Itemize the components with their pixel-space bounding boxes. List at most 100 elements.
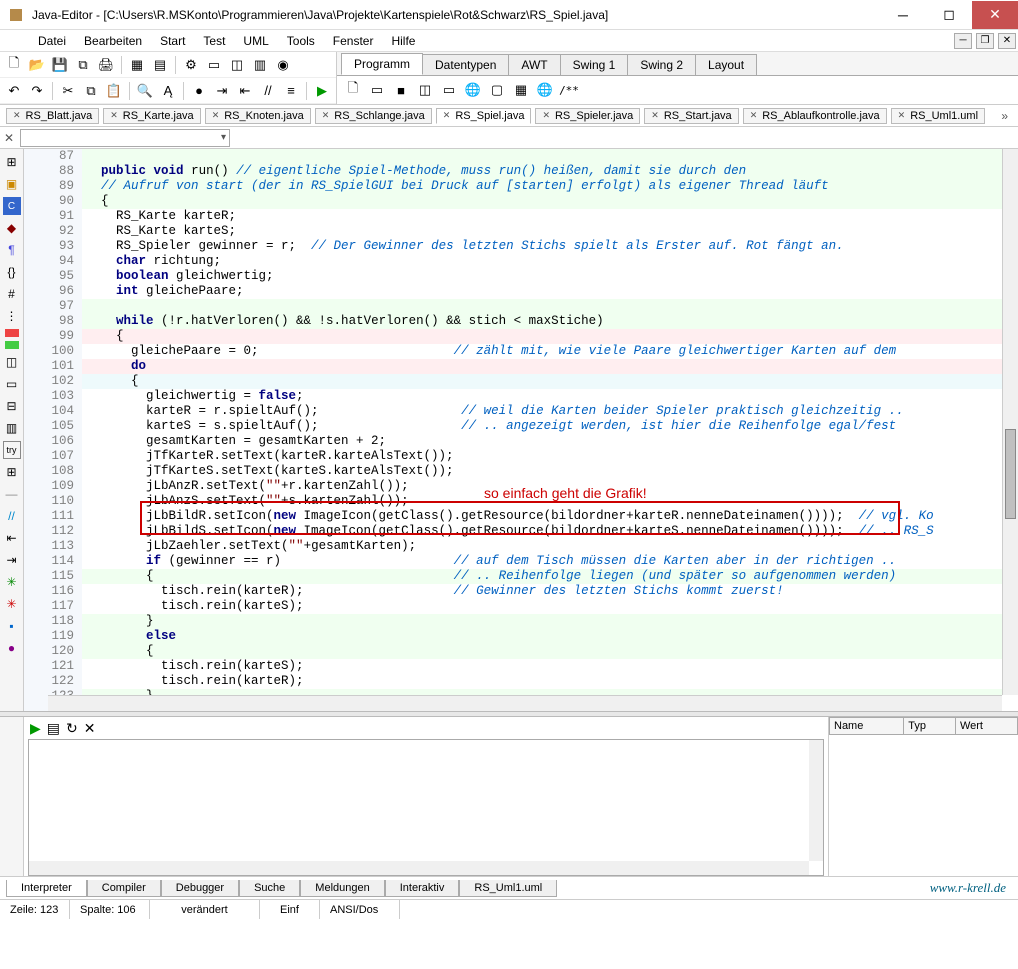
menu-test[interactable]: Test	[195, 32, 233, 50]
run-icon[interactable]: ▶	[312, 81, 332, 101]
list-icon[interactable]: ⋮	[3, 307, 21, 325]
comp-box-icon[interactable]: ▢	[487, 80, 507, 100]
btab-meldungen[interactable]: Meldungen	[300, 880, 384, 897]
maximize-button[interactable]: ◻	[926, 1, 972, 29]
try-icon[interactable]: try	[3, 441, 21, 459]
uncomment-icon[interactable]: ≡	[281, 81, 301, 101]
menu-hilfe[interactable]: Hilfe	[383, 32, 423, 50]
btab-interpreter[interactable]: Interpreter	[6, 880, 87, 897]
filetab-7[interactable]: ✕RS_Ablaufkontrolle.java	[743, 108, 887, 124]
const-icon[interactable]: C	[3, 197, 21, 215]
editor-scroll-vertical[interactable]	[1002, 149, 1018, 695]
findreplace-icon[interactable]: Ą	[158, 81, 178, 101]
bookmark-icon[interactable]: ◆	[3, 219, 21, 237]
outdent-icon[interactable]: ⇤	[235, 81, 255, 101]
save-icon[interactable]: 💾	[50, 55, 70, 75]
open-icon[interactable]: 📂	[27, 55, 47, 75]
code-line[interactable]: 96 int gleichePaare;	[24, 284, 1002, 299]
debug-run-icon[interactable]: ▶	[30, 720, 41, 737]
struct-icon[interactable]: ▤	[150, 55, 170, 75]
filetab-8[interactable]: ✕RS_Uml1.uml	[891, 108, 985, 124]
hash-icon[interactable]: #	[3, 285, 21, 303]
btab-interaktiv[interactable]: Interaktiv	[385, 880, 460, 897]
tab-layout[interactable]: Layout	[695, 54, 757, 75]
code-line[interactable]: 101 do	[24, 359, 1002, 374]
form-icon[interactable]: ▭	[204, 55, 224, 75]
hlred-icon[interactable]	[5, 329, 19, 337]
tab-overflow-icon[interactable]: »	[997, 109, 1012, 123]
code-line[interactable]: 111 jLbBildR.setIcon(new ImageIcon(getCl…	[24, 509, 1002, 524]
comp-doccomment-icon[interactable]: /**	[559, 80, 579, 100]
aa-icon[interactable]: ⊞	[3, 463, 21, 481]
structure-icon[interactable]: ⊞	[3, 153, 21, 171]
tab-swing2[interactable]: Swing 2	[627, 54, 696, 75]
class-icon[interactable]: ▦	[127, 55, 147, 75]
comp-panel-icon[interactable]: ■	[391, 80, 411, 100]
comp-form-icon[interactable]: ▭	[367, 80, 387, 100]
code-line[interactable]: 118 }	[24, 614, 1002, 629]
paste-icon[interactable]: 📋	[104, 81, 124, 101]
filetab-6[interactable]: ✕RS_Start.java	[644, 108, 738, 124]
seq-icon[interactable]: ▥	[250, 55, 270, 75]
dash-icon[interactable]: —	[3, 485, 21, 503]
print-icon[interactable]: 🖨	[96, 55, 116, 75]
comp-world1-icon[interactable]: 🌐	[463, 80, 483, 100]
col-typ[interactable]: Typ	[904, 718, 956, 735]
btab-suche[interactable]: Suche	[239, 880, 300, 897]
code-line[interactable]: 116 tisch.rein(karteR); // Gewinner des …	[24, 584, 1002, 599]
col-wert[interactable]: Wert	[955, 718, 1017, 735]
debug-into-icon[interactable]: ↻	[66, 720, 78, 737]
menu-uml[interactable]: UML	[235, 32, 276, 50]
tab-programm[interactable]: Programm	[341, 53, 423, 75]
code-line[interactable]: 114 if (gewinner == r) // auf dem Tisch …	[24, 554, 1002, 569]
code-line[interactable]: 90 {	[24, 194, 1002, 209]
code-line[interactable]: 100 gleichePaare = 0; // zählt mit, wie …	[24, 344, 1002, 359]
close-button[interactable]: ✕	[972, 1, 1018, 29]
copy-icon[interactable]: ⧉	[81, 81, 101, 101]
ball-icon[interactable]: ●	[3, 639, 21, 657]
btab-uml[interactable]: RS_Uml1.uml	[459, 880, 557, 897]
paragraph-icon[interactable]: ¶	[3, 241, 21, 259]
brace-icon[interactable]: {}	[3, 263, 21, 281]
mdi-restore[interactable]: ❐	[976, 33, 994, 49]
filetab-2[interactable]: ✕RS_Knoten.java	[205, 108, 311, 124]
code-line[interactable]: 119 else	[24, 629, 1002, 644]
bp-icon[interactable]: ●	[189, 81, 209, 101]
code-line[interactable]: 120 {	[24, 644, 1002, 659]
find-icon[interactable]: 🔍	[135, 81, 155, 101]
mdi-minimize[interactable]: ─	[954, 33, 972, 49]
new-icon[interactable]: 🗋	[4, 55, 24, 75]
menu-fenster[interactable]: Fenster	[325, 32, 382, 50]
code-line[interactable]: 107 jTfKarteR.setText(karteR.karteAlsTex…	[24, 449, 1002, 464]
filetab-3[interactable]: ✕RS_Schlange.java	[315, 108, 432, 124]
menu-datei[interactable]: Datei	[30, 32, 74, 50]
code-line[interactable]: 117 tisch.rein(karteS);	[24, 599, 1002, 614]
slash-icon[interactable]: //	[3, 507, 21, 525]
menu-tools[interactable]: Tools	[279, 32, 323, 50]
class-icon[interactable]: ▣	[3, 175, 21, 193]
code-line[interactable]: 91 RS_Karte karteR;	[24, 209, 1002, 224]
comp-world2-icon[interactable]: 🌐	[535, 80, 555, 100]
code-line[interactable]: 104 karteR = r.spieltAuf(); // weil die …	[24, 404, 1002, 419]
comp-frame-icon[interactable]: ◫	[415, 80, 435, 100]
boxc-icon[interactable]: ⊟	[3, 397, 21, 415]
filetab-4[interactable]: ✕RS_Spiel.java	[436, 108, 532, 124]
bug1-icon[interactable]: ✳	[3, 573, 21, 591]
code-line[interactable]: 93 RS_Spieler gewinner = r; // Der Gewin…	[24, 239, 1002, 254]
saveall-icon[interactable]: ⧉	[73, 55, 93, 75]
navbar-close-icon[interactable]: ✕	[0, 131, 18, 145]
sq-icon[interactable]: ▪	[3, 617, 21, 635]
btab-debugger[interactable]: Debugger	[161, 880, 239, 897]
boxb-icon[interactable]: ▭	[3, 375, 21, 393]
code-line[interactable]: 121 tisch.rein(karteS);	[24, 659, 1002, 674]
editor-scroll-horizontal[interactable]	[48, 695, 1002, 711]
comp-dialog-icon[interactable]: ▭	[439, 80, 459, 100]
code-editor[interactable]: 8788 public void run() // eigentliche Sp…	[24, 149, 1018, 711]
bug2-icon[interactable]: ✳	[3, 595, 21, 613]
db-icon[interactable]: ◉	[273, 55, 293, 75]
code-line[interactable]: 105 karteS = s.spieltAuf(); // .. angeze…	[24, 419, 1002, 434]
code-line[interactable]: 103 gleichwertig = false;	[24, 389, 1002, 404]
boxa-icon[interactable]: ◫	[3, 353, 21, 371]
code-line[interactable]: 87	[24, 149, 1002, 164]
indent1-icon[interactable]: ⇤	[3, 529, 21, 547]
